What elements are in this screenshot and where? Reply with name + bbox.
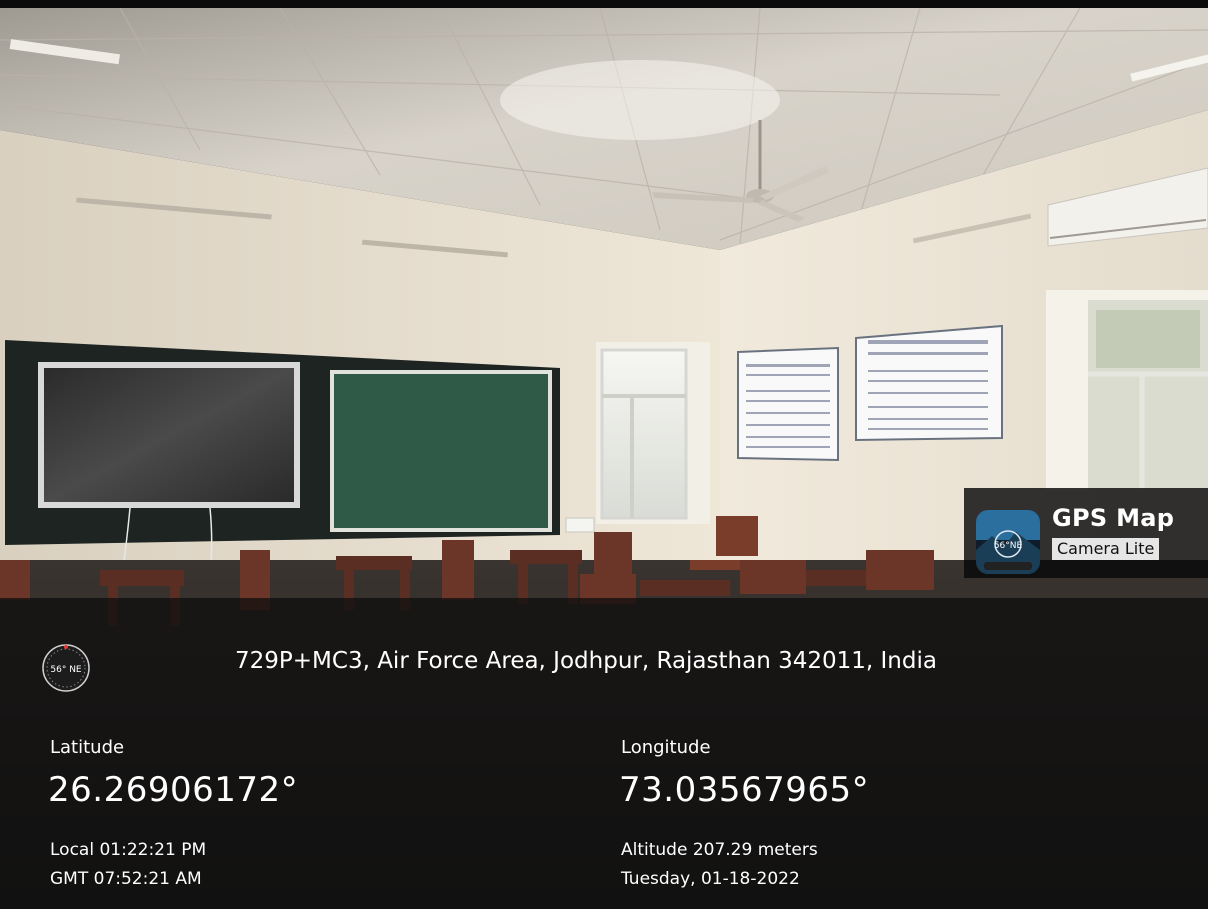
altitude-text: Altitude 207.29 meters (621, 840, 818, 860)
compass-heading: 56° NE (50, 665, 82, 675)
app-subtitle: Camera Lite (1052, 538, 1160, 560)
compass-icon: 56° NE (40, 642, 92, 694)
latitude-label: Latitude (50, 737, 125, 758)
date-text: Tuesday, 01-18-2022 (621, 869, 800, 889)
app-name: GPS Map (1052, 504, 1175, 532)
svg-text:56°NE: 56°NE (994, 541, 1023, 551)
longitude-label: Longitude (621, 737, 711, 758)
gps-map-camera-app-icon: 56°NE (976, 510, 1040, 574)
local-time: Local 01:22:21 PM (50, 840, 207, 860)
photo-frame: 56°NE GPS Map Camera Lite 56° NE 729P+MC… (0, 0, 1208, 909)
longitude-value: 73.03567965° (619, 770, 870, 810)
app-watermark-badge: 56°NE GPS Map Camera Lite (964, 488, 1208, 578)
top-edge-bar (0, 0, 1208, 8)
latitude-value: 26.26906172° (48, 770, 299, 810)
gmt-time: GMT 07:52:21 AM (50, 869, 202, 889)
location-info-overlay: 56° NE 729P+MC3, Air Force Area, Jodhpur… (0, 598, 1208, 909)
address-text: 729P+MC3, Air Force Area, Jodhpur, Rajas… (235, 648, 937, 674)
